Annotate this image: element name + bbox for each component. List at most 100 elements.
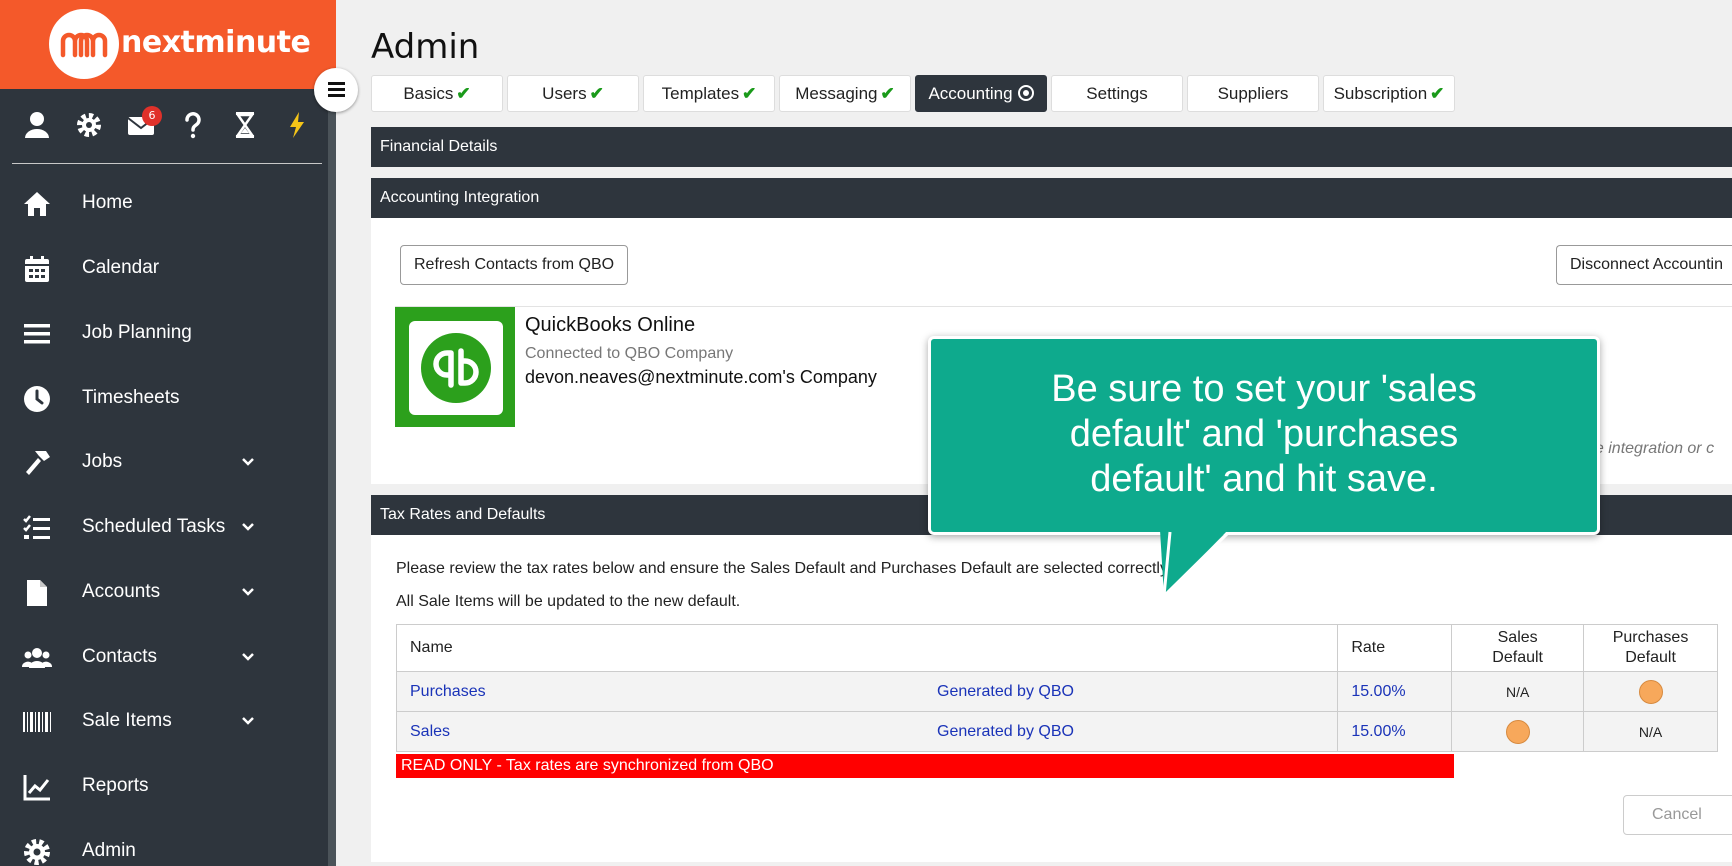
lightning-icon[interactable] (282, 110, 312, 140)
col-rate: Rate (1337, 624, 1453, 672)
chevron-down-icon (242, 717, 254, 725)
chevron-down-icon (242, 523, 254, 531)
tax-rate: 15.00% (1337, 711, 1453, 752)
quickbooks-logo-circle (421, 333, 491, 403)
clock-icon (22, 384, 52, 414)
sidebar-item-label: Sale Items (82, 710, 172, 731)
sales-default-radio[interactable] (1505, 719, 1530, 744)
sidebar-item-label: Admin (82, 840, 136, 861)
sidebar-item-reports[interactable]: Reports (0, 756, 328, 816)
sidebar-item-jobs[interactable]: Jobs (0, 432, 328, 492)
tab-label: Suppliers (1217, 84, 1289, 103)
checklist-icon (22, 513, 52, 543)
sidebar-item-label: Jobs (82, 451, 123, 472)
brand-header[interactable]: nextminute (0, 0, 336, 89)
purchases-default-cell (1583, 671, 1718, 712)
tab-label: Accounting (928, 84, 1013, 103)
callout-text: Be sure to set your 'sales default' and … (1051, 368, 1477, 500)
section-accounting-integration[interactable]: Accounting Integration (371, 178, 1732, 218)
section-financial-details[interactable]: Financial Details (371, 127, 1732, 167)
col-purchases-default-line1: Purchases (1612, 629, 1689, 646)
brand-name: nextminute (121, 25, 311, 60)
tab-label: Basics (403, 84, 454, 103)
sidebar-item-contacts[interactable]: Contacts (0, 627, 328, 687)
tab-suppliers[interactable]: Suppliers (1187, 75, 1319, 112)
list-icon (22, 319, 52, 349)
sidebar-item-accounts[interactable]: Accounts (0, 562, 328, 622)
tax-name-cell: Purchases Generated by QBO (395, 671, 1339, 712)
qb-icon (433, 348, 479, 388)
barcode-icon (22, 707, 52, 737)
tab-label: Subscription (1333, 84, 1428, 103)
sidebar-item-label: Home (82, 192, 133, 213)
sidebar-item-label: Accounts (82, 581, 161, 602)
user-icon[interactable] (22, 110, 52, 140)
sidebar-item-label: Reports (82, 775, 149, 796)
help-icon[interactable] (178, 110, 208, 140)
tax-source: Generated by QBO (937, 722, 1074, 740)
tax-source: Generated by QBO (937, 682, 1074, 700)
gear-icon[interactable] (74, 110, 104, 140)
col-sales-default-line2: Default (1492, 649, 1543, 666)
table-row: Sales Generated by QBO 15.00% N/A (395, 711, 1718, 752)
sidebar-item-admin[interactable]: Admin (0, 821, 328, 866)
sidebar-item-label: Calendar (82, 257, 160, 278)
sidebar: nextminute 6 Home Calendar Job Planning … (0, 0, 358, 866)
purchases-default-value: N/A (1583, 711, 1718, 752)
active-tab-icon (1017, 85, 1034, 101)
sales-default-value: N/A (1451, 671, 1585, 712)
purchases-default-radio[interactable] (1638, 679, 1663, 704)
tab-subscription[interactable]: Subscription ✔ (1323, 75, 1455, 112)
tax-name[interactable]: Sales (410, 723, 937, 741)
sidebar-item-home[interactable]: Home (0, 173, 328, 233)
col-name: Name (395, 624, 1339, 672)
tutorial-callout: Be sure to set your 'sales default' and … (928, 336, 1600, 535)
tab-settings[interactable]: Settings (1051, 75, 1183, 112)
col-sales-default-line1: Sales (1497, 629, 1538, 646)
hamburger-icon (328, 82, 345, 85)
hammer-icon (22, 448, 52, 478)
sidebar-item-label: Contacts (82, 646, 157, 667)
chart-icon (22, 772, 52, 802)
disconnect-accounting-button[interactable]: Disconnect Accountin (1556, 245, 1732, 285)
check-icon: ✔ (742, 84, 757, 103)
gear-icon (22, 837, 52, 866)
sidebar-item-timesheets[interactable]: Timesheets (0, 368, 328, 428)
sidebar-item-label: Timesheets (82, 387, 180, 408)
chevron-down-icon (242, 458, 254, 466)
home-icon (22, 189, 52, 219)
provider-name: QuickBooks Online (525, 314, 696, 336)
refresh-contacts-button[interactable]: Refresh Contacts from QBO (400, 245, 629, 285)
check-icon: ✔ (1430, 84, 1445, 103)
tab-templates[interactable]: Templates ✔ (643, 75, 775, 112)
tax-name[interactable]: Purchases (410, 683, 937, 701)
check-icon: ✔ (589, 84, 604, 103)
tab-users[interactable]: Users ✔ (507, 75, 639, 112)
col-sales-default: Sales Default (1451, 624, 1585, 672)
sidebar-item-label: Scheduled Tasks (82, 516, 226, 537)
sidebar-scrollbar[interactable] (328, 89, 336, 866)
cancel-button[interactable]: Cancel (1623, 795, 1732, 835)
tab-basics[interactable]: Basics ✔ (371, 75, 503, 112)
tax-instruction: Please review the tax rates below and en… (396, 560, 1172, 577)
sidebar-item-sale-items[interactable]: Sale Items (0, 691, 328, 751)
tab-accounting[interactable]: Accounting (915, 75, 1047, 112)
sidebar-item-job-planning[interactable]: Job Planning (0, 303, 328, 363)
tax-instruction-2: All Sale Items will be updated to the ne… (396, 593, 741, 610)
company-name: devon.neaves@nextminute.com's Company (525, 367, 877, 387)
tab-label: Users (542, 84, 587, 103)
hourglass-icon[interactable] (230, 110, 260, 140)
tax-rate: 15.00% (1337, 671, 1453, 712)
sidebar-toggle-button[interactable] (314, 68, 358, 112)
calendar-icon (22, 254, 52, 284)
check-icon: ✔ (880, 84, 895, 103)
table-header-row: Name Rate Sales Default Purchases Default (395, 624, 1718, 672)
tab-messaging[interactable]: Messaging ✔ (779, 75, 911, 112)
hamburger-icon-line (328, 94, 345, 97)
sidebar-item-scheduled-tasks[interactable]: Scheduled Tasks (0, 497, 328, 557)
sales-default-cell (1451, 711, 1585, 752)
col-purchases-default: Purchases Default (1583, 624, 1718, 672)
sidebar-item-calendar[interactable]: Calendar (0, 238, 328, 298)
tab-label: Templates (661, 84, 740, 103)
hamburger-icon-line (328, 88, 345, 91)
